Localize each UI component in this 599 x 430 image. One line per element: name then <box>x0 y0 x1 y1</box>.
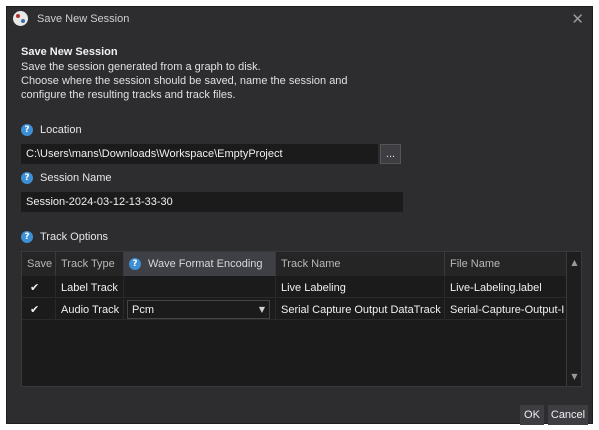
session-name-input[interactable] <box>21 192 403 212</box>
help-icon[interactable]: ? <box>21 231 33 243</box>
ok-button[interactable]: OK <box>520 405 544 425</box>
file-name-cell[interactable]: Live-Labeling.label <box>445 277 567 298</box>
window-title: Save New Session <box>37 13 130 25</box>
app-logo-icon <box>13 11 28 26</box>
location-label-row: ? Location <box>21 124 82 136</box>
column-header-track-type[interactable]: Track Type <box>56 252 124 276</box>
save-checkbox[interactable]: ✔ <box>22 299 56 320</box>
wave-format-cell <box>124 277 276 298</box>
track-name-cell[interactable]: Live Labeling <box>276 277 445 298</box>
column-header-track-name[interactable]: Track Name <box>276 252 445 276</box>
track-options-grid: Save Track Type ? Wave Format Encoding T… <box>21 251 582 387</box>
help-icon[interactable]: ? <box>21 124 33 136</box>
cancel-button[interactable]: Cancel <box>548 405 588 425</box>
wave-format-cell: Pcm ▼ <box>124 299 276 320</box>
description-line: Choose where the session should be saved… <box>21 75 348 87</box>
description-line: Save the session generated from a graph … <box>21 61 261 73</box>
description-line: configure the resulting tracks and track… <box>21 89 236 101</box>
track-name-cell[interactable]: Serial Capture Output DataTrack <box>276 299 445 320</box>
column-header-save[interactable]: Save <box>22 252 56 276</box>
vertical-scrollbar[interactable]: ▲ ▼ <box>566 252 581 386</box>
track-type-cell: Audio Track <box>56 299 124 320</box>
column-header-file-name[interactable]: File Name <box>445 252 567 276</box>
track-options-label-row: ? Track Options <box>21 231 108 243</box>
track-type-cell: Label Track <box>56 277 124 298</box>
title-bar: Save New Session ✕ <box>7 7 592 31</box>
grid-header: Save Track Type ? Wave Format Encoding T… <box>22 252 567 276</box>
wave-format-select[interactable]: Pcm ▼ <box>127 300 270 319</box>
file-name-cell[interactable]: Serial-Capture-Output-I <box>445 299 567 320</box>
scroll-down-icon[interactable]: ▼ <box>567 369 582 383</box>
table-row[interactable]: ✔ Audio Track Pcm ▼ Serial Capture Outpu… <box>22 299 567 320</box>
location-label: Location <box>40 124 82 136</box>
column-header-wave-format[interactable]: ? Wave Format Encoding <box>124 252 276 276</box>
wave-format-value: Pcm <box>132 303 154 316</box>
dialog-description: Save the session generated from a graph … <box>21 60 348 102</box>
location-input[interactable] <box>21 144 378 164</box>
save-session-dialog: Save New Session ✕ Save New Session Save… <box>6 6 593 425</box>
column-header-label: Wave Format Encoding <box>148 258 263 270</box>
help-icon[interactable]: ? <box>129 258 141 270</box>
scroll-up-icon[interactable]: ▲ <box>567 255 582 269</box>
session-name-label: Session Name <box>40 172 112 184</box>
browse-button[interactable]: ... <box>380 144 401 164</box>
help-icon[interactable]: ? <box>21 172 33 184</box>
track-options-label: Track Options <box>40 231 109 243</box>
session-name-label-row: ? Session Name <box>21 172 112 184</box>
chevron-down-icon: ▼ <box>258 305 265 314</box>
dialog-heading: Save New Session <box>21 46 118 58</box>
table-row[interactable]: ✔ Label Track Live Labeling Live-Labelin… <box>22 277 567 298</box>
close-icon[interactable]: ✕ <box>571 10 584 28</box>
save-checkbox[interactable]: ✔ <box>22 277 56 298</box>
